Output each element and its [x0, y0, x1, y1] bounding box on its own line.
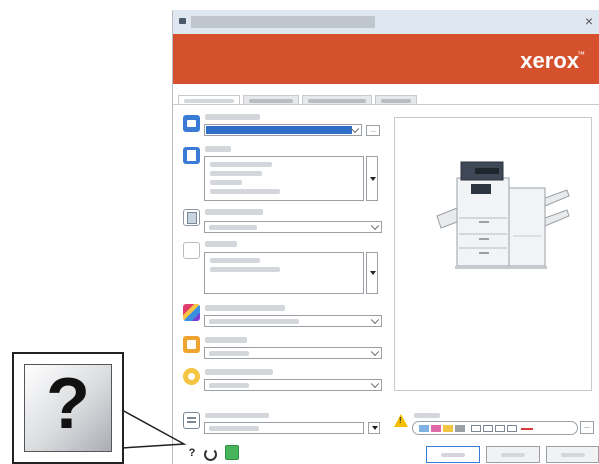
trademark-mark: ™: [577, 50, 585, 59]
job-label: [205, 337, 247, 343]
paper-label: [205, 146, 231, 152]
xerox-logo: xerox: [520, 48, 579, 74]
paper-icon: [183, 147, 200, 164]
saved-settings-icon: [183, 368, 200, 385]
logo-text: xerox: [520, 48, 579, 73]
finishing-dropdown-button[interactable]: [366, 252, 378, 294]
warning-icon: !: [394, 414, 408, 427]
finishing-icon: [183, 242, 200, 259]
window-title: [191, 16, 375, 28]
job-summary-strip[interactable]: [412, 421, 578, 435]
close-icon[interactable]: ×: [585, 13, 593, 29]
presets-dropdown-button[interactable]: [368, 422, 380, 434]
duplex-icon: [183, 209, 200, 226]
finishing-summary-box[interactable]: [204, 252, 364, 294]
saved-settings-label: [205, 369, 273, 375]
job-type-select[interactable]: [204, 124, 362, 136]
job-icon: [183, 336, 200, 353]
callout-pointer: [121, 409, 187, 449]
ellipsis-button[interactable]: ...: [580, 421, 594, 434]
presets-select[interactable]: [204, 422, 364, 434]
green-status-icon[interactable]: [225, 445, 239, 460]
saved-settings-select[interactable]: [204, 379, 382, 391]
paper-summary-box[interactable]: [204, 156, 364, 201]
selected-value: [206, 126, 352, 134]
reset-icon[interactable]: [204, 448, 217, 461]
color-icon: [183, 304, 200, 321]
apply-button[interactable]: [546, 446, 599, 463]
more-options-button[interactable]: ...: [366, 125, 380, 136]
tab-panel-divider: [173, 104, 599, 105]
status-label: [414, 413, 440, 418]
title-bar: ×: [173, 10, 599, 34]
color-select[interactable]: [204, 315, 382, 327]
ok-button[interactable]: [426, 446, 480, 463]
paper-dropdown-button[interactable]: [366, 156, 378, 201]
brand-bar: xerox ™: [173, 34, 599, 84]
presets-label: [205, 413, 269, 418]
printer-app-icon: [179, 18, 186, 24]
color-label: [205, 305, 285, 311]
printer-icon: [183, 115, 200, 132]
help-callout-icon: ?: [24, 364, 112, 452]
cancel-button[interactable]: [486, 446, 540, 463]
printer-illustration: [436, 161, 570, 269]
duplex-select[interactable]: [204, 221, 382, 233]
printer-preview-panel: [394, 117, 592, 391]
finishing-label: [205, 241, 237, 247]
help-callout: ?: [12, 352, 124, 464]
job-select[interactable]: [204, 347, 382, 359]
duplex-label: [205, 209, 263, 215]
setting-label: [205, 114, 260, 120]
